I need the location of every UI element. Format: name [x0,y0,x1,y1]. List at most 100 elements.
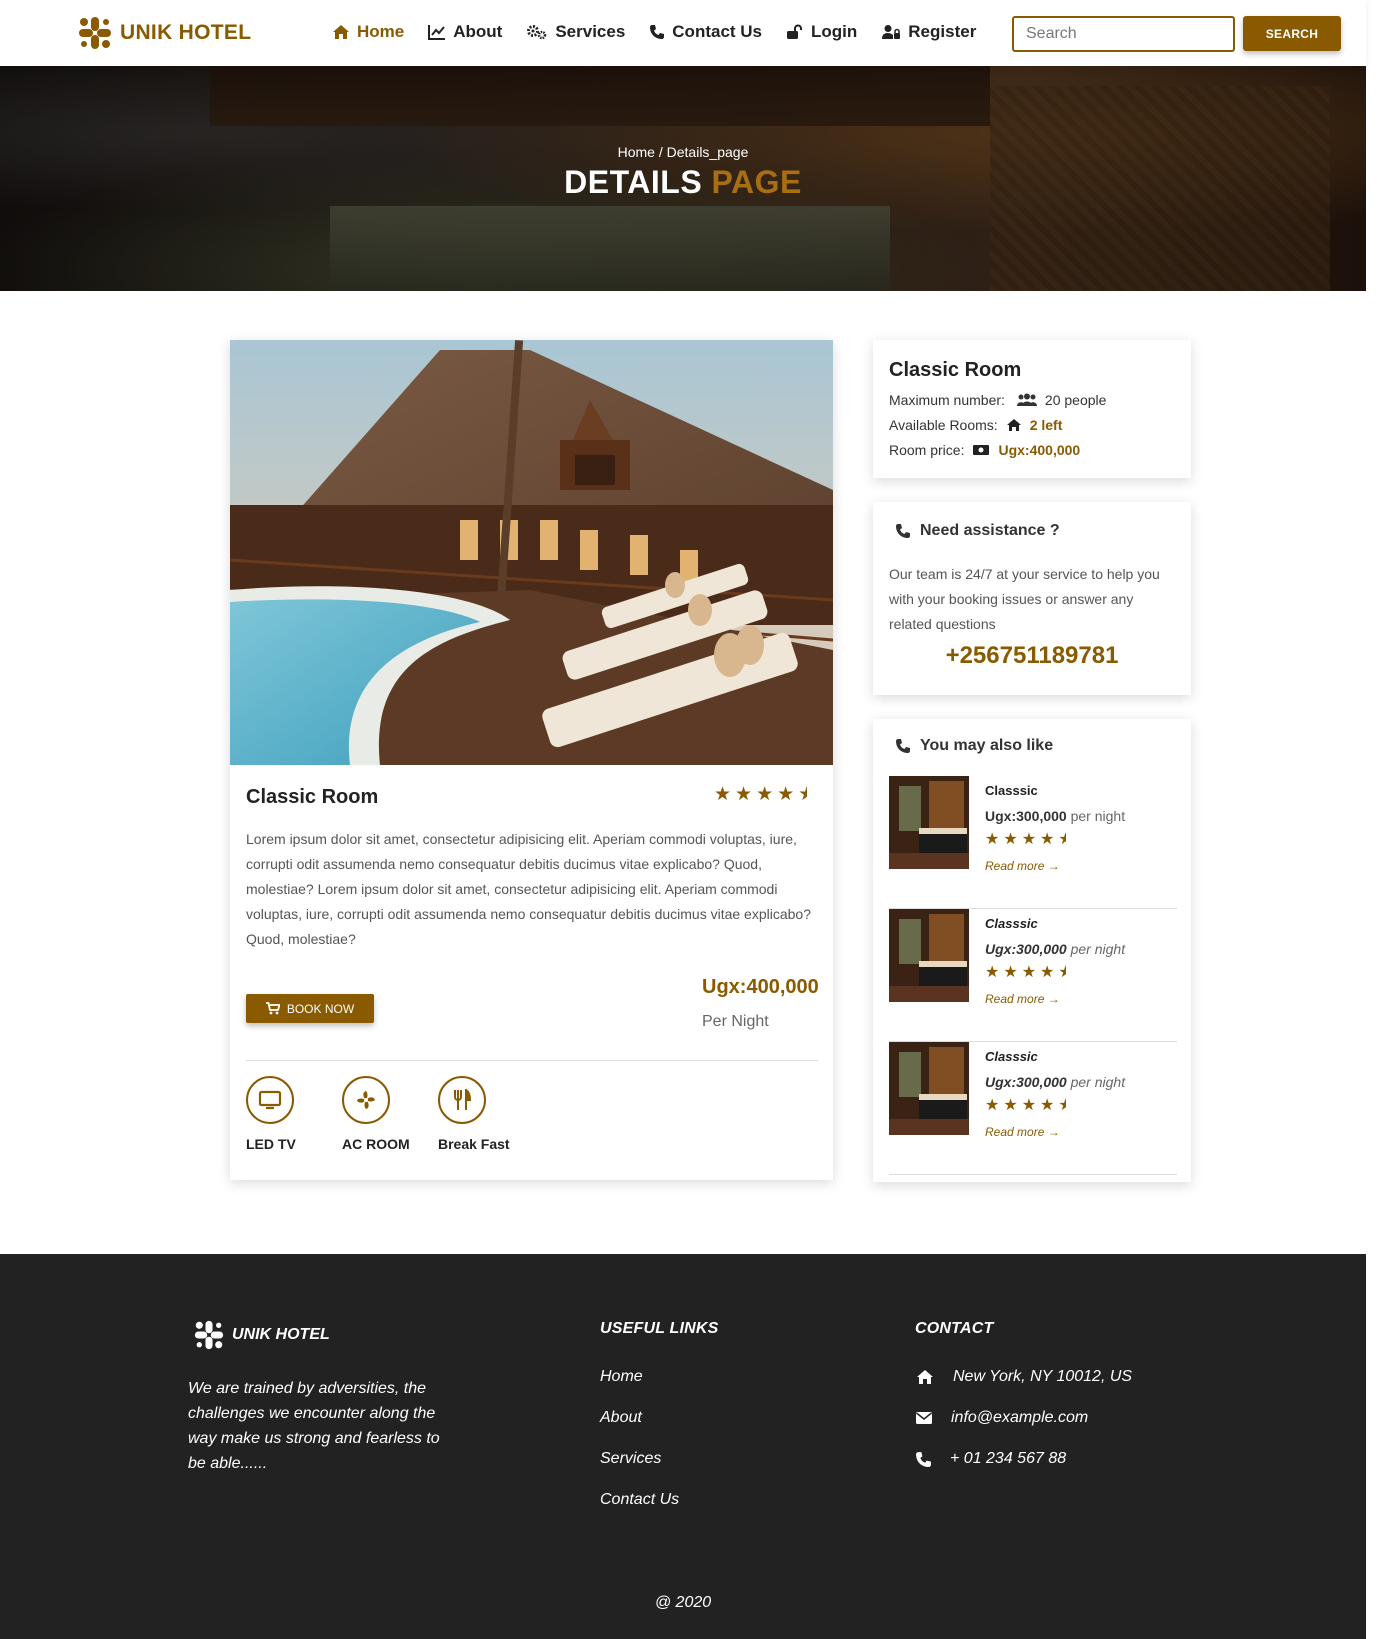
star-icon: ★ [1040,831,1055,848]
tv-icon [258,1090,282,1110]
hotel-logo-icon [79,17,111,49]
main-menu: Home About Services Contact Us Login Reg… [332,22,1000,42]
suggested-room-rating: ★ ★ ★ ★ ★ [985,832,1066,848]
footer: UNIK HOTEL We are trained by adversities… [0,1254,1366,1639]
star-icon: ★ [735,784,753,805]
resort-pool-image [230,340,833,765]
nav-login[interactable]: Login [786,22,857,42]
money-bill-icon [973,445,990,455]
assistance-phone[interactable]: +256751189781 [873,642,1191,670]
room-price-row: Room price: Ugx:400,000 [889,442,1081,458]
breadcrumb[interactable]: Home / Details_page [0,144,1366,160]
star-icon: ★ [1003,831,1018,848]
footer-link-contact[interactable]: Contact Us [600,1491,679,1509]
navbar: UNIK HOTEL Home About Services Contact U… [0,0,1366,66]
search-input[interactable] [1012,16,1235,52]
price-unit: Per Night [702,1013,769,1030]
suggested-room[interactable]: Classsic Ugx:300,000 per night ★ ★ ★ ★ ★ Rea… [889,909,1177,1042]
arrow-right-icon: → [1047,992,1060,1006]
room-photo [230,340,833,765]
room-card: Classic Room ★ ★ ★ ★ ★ Lorem ipsum dolor… [230,340,833,1180]
star-icon: ★ [1003,1097,1018,1114]
search-button[interactable]: SEARCH [1243,16,1341,51]
footer-brand[interactable]: UNIK HOTEL [194,1320,330,1350]
room-title: Classic Room [246,786,379,808]
assistance-card: Need assistance ? Our team is 24/7 at yo… [873,502,1191,695]
star-icon: ★ [985,831,1000,848]
assistance-text: Our team is 24/7 at your service to help… [889,566,1160,632]
assistance-heading: Need assistance ? [895,522,1060,540]
copyright: @ 2020 [654,1594,712,1611]
footer-address: New York, NY 10012, US [915,1368,1132,1386]
phone-icon [916,1451,931,1467]
suggested-room-thumbnail [889,909,969,1002]
star-icon: ★ [1003,964,1018,981]
suggested-room-rating: ★ ★ ★ ★ ★ [985,965,1066,981]
room-info-card: Classic Room Maximum number: 20 people A… [873,340,1191,478]
user-lock-icon [882,25,901,39]
arrow-right-icon: → [1047,859,1060,873]
home-icon [1006,419,1021,431]
footer-links-heading: USEFUL LINKS [600,1320,719,1337]
star-half-icon: ★ [1058,965,1067,981]
brand-logo[interactable]: UNIK HOTEL [78,16,251,50]
star-half-icon: ★ [1058,1098,1067,1114]
footer-about: We are trained by adversities, the chall… [188,1380,440,1472]
also-like-card: You may also like Classsic Ugx:300,000 p… [873,719,1191,1182]
nav-about[interactable]: About [428,22,502,42]
home-icon [333,25,349,39]
phone-icon [896,524,910,538]
nav-services[interactable]: Services [526,22,625,42]
footer-link-services[interactable]: Services [600,1450,661,1468]
brand-name: UNIK HOTEL [120,21,252,44]
footer-email[interactable]: info@example.com [915,1409,1088,1427]
footer-link-home[interactable]: Home [600,1368,643,1386]
star-icon: ★ [985,964,1000,981]
fan-icon [357,1091,375,1109]
envelope-icon [916,1412,932,1424]
phone-icon [650,25,665,39]
star-icon: ★ [714,784,732,805]
unlock-icon [787,24,803,39]
users-icon [1016,393,1037,406]
room-rating: ★ ★ ★ ★ ★ [714,785,807,804]
gears-icon [527,25,547,40]
read-more-link[interactable]: Read more → [985,1125,1060,1139]
star-icon: ★ [1040,964,1055,981]
arrow-right-icon: → [1047,1125,1060,1139]
room-description: Lorem ipsum dolor sit amet, consectetur … [246,831,811,947]
phone-icon [896,739,910,753]
suggested-room[interactable]: Classsic Ugx:300,000 per night ★ ★ ★ ★ ★ Rea… [889,1042,1177,1175]
suggested-room-thumbnail [889,1042,969,1135]
max-people-row: Maximum number: 20 people [889,392,1107,408]
hero-banner: Home / Details_page DETAILS PAGE [0,66,1366,291]
suggested-room[interactable]: Classsic Ugx:300,000 per night ★ ★ ★ ★ ★ Rea… [889,776,1177,909]
hotel-logo-icon [194,1320,224,1350]
nav-contact[interactable]: Contact Us [649,22,762,42]
suggested-room-rating: ★ ★ ★ ★ ★ [985,1098,1066,1114]
star-icon: ★ [1021,831,1037,848]
suggested-room-thumbnail [889,776,969,869]
divider [246,1060,818,1061]
footer-phone[interactable]: + 01 234 567 88 [915,1450,1066,1468]
star-icon: ★ [756,784,774,805]
page-title: DETAILS PAGE [564,164,802,200]
star-icon: ★ [1021,964,1037,981]
read-more-link[interactable]: Read more → [985,992,1060,1006]
read-more-link[interactable]: Read more → [985,859,1060,873]
also-like-heading: You may also like [895,737,1053,755]
nav-home[interactable]: Home [332,22,404,42]
amenity-tv: LED TV [246,1076,296,1152]
footer-link-about[interactable]: About [600,1409,642,1427]
room-price: Ugx:400,000 [702,976,819,998]
footer-contact-heading: CONTACT [915,1320,994,1337]
star-icon: ★ [777,784,795,805]
star-icon: ★ [1040,1097,1055,1114]
book-now-button[interactable]: BOOK NOW [246,994,374,1023]
nav-register[interactable]: Register [881,22,976,42]
cart-icon [265,1002,280,1015]
star-half-icon: ★ [1058,832,1067,848]
star-icon: ★ [1021,1097,1037,1114]
star-icon: ★ [985,1097,1000,1114]
page: UNIK HOTEL Home About Services Contact U… [0,0,1366,1639]
